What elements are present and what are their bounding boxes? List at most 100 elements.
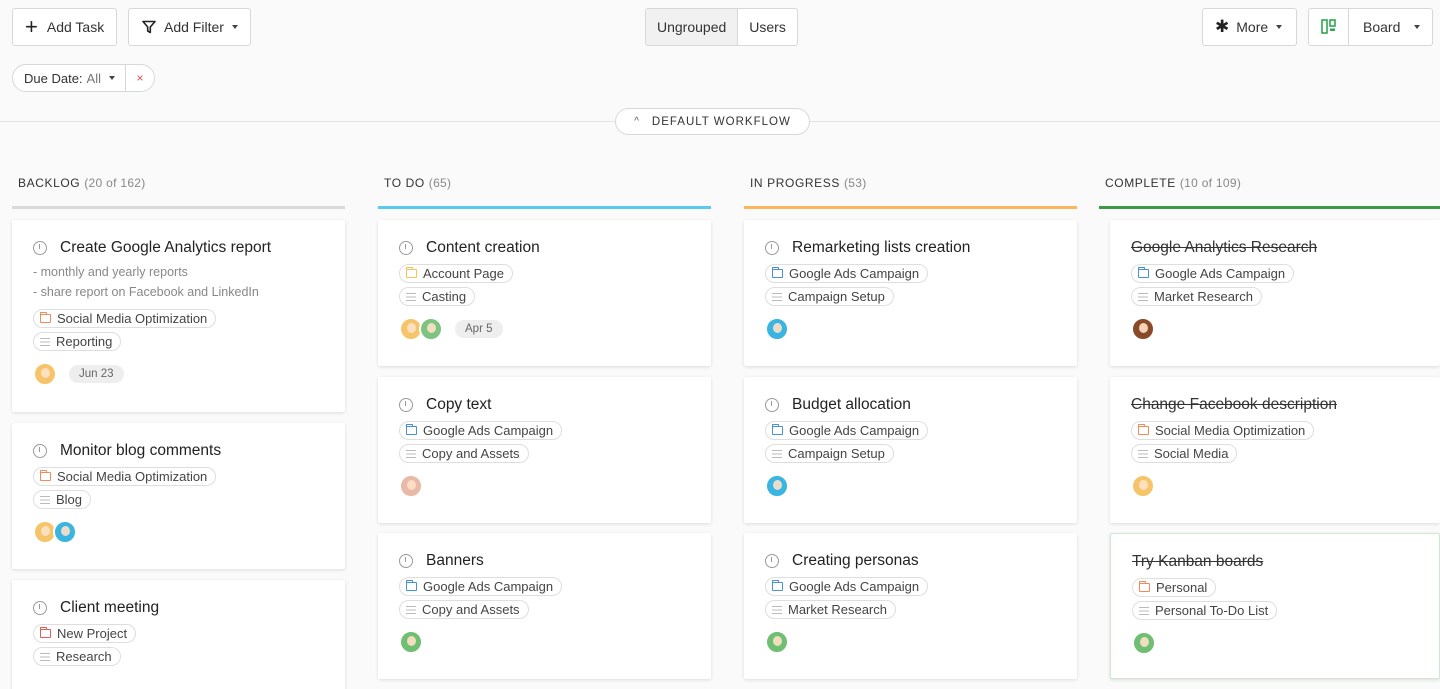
project-tag[interactable]: Google Ads Campaign [765,421,929,440]
workflow-toggle[interactable]: ^ DEFAULT WORKFLOW [615,108,810,135]
project-tag[interactable]: Personal [1132,578,1217,597]
avatar[interactable] [765,630,789,654]
task-card[interactable]: Copy text Google Ads Campaign Copy and Ass… [378,377,711,523]
due-date-label: Due Date: [24,70,83,86]
task-title[interactable]: Try Kanban boards [1132,553,1263,571]
list-tag[interactable]: Market Research [765,600,896,619]
clock-icon[interactable] [765,241,779,255]
task-title-row: Copy text [399,396,691,414]
project-tag[interactable]: Google Ads Campaign [765,577,929,596]
task-title-row: Change Facebook description [1131,396,1420,414]
project-tag[interactable]: Google Ads Campaign [399,577,563,596]
list-tag-label: Campaign Setup [788,289,885,304]
clock-icon[interactable] [33,241,47,255]
avatar[interactable] [419,317,443,341]
task-title[interactable]: Create Google Analytics report [60,239,271,257]
avatar[interactable] [765,317,789,341]
clock-icon[interactable] [33,444,47,458]
project-tag[interactable]: Account Page [399,264,513,283]
avatar[interactable] [399,474,423,498]
task-meta [399,473,691,499]
avatar[interactable] [1131,317,1155,341]
task-title[interactable]: Budget allocation [792,396,911,414]
task-card[interactable]: Creating personas Google Ads Campaign Mark… [744,533,1077,679]
more-button[interactable]: ✱ More [1202,8,1297,46]
task-card[interactable]: Banners Google Ads Campaign Copy and Asset… [378,533,711,679]
list-tag[interactable]: Copy and Assets [399,600,529,619]
project-tag[interactable]: Google Ads Campaign [399,421,563,440]
list-tag[interactable]: Social Media [1131,444,1238,463]
avatar[interactable] [1131,474,1155,498]
clock-icon[interactable] [765,554,779,568]
list-tag[interactable]: Campaign Setup [765,444,894,463]
project-tag[interactable]: Google Ads Campaign [765,264,929,283]
project-tag[interactable]: Google Ads Campaign [1131,264,1295,283]
task-card[interactable]: Google Analytics Research Google Ads Camp… [1110,220,1440,366]
task-card[interactable]: Create Google Analytics report - monthly … [12,220,345,412]
view-switcher-button[interactable]: Board [1308,8,1433,46]
task-title[interactable]: Client meeting [60,599,159,617]
project-tag[interactable]: New Project [33,624,137,643]
list-icon [406,449,416,458]
add-task-button[interactable]: + Add Task [12,8,117,46]
due-date-filter-dropdown[interactable]: Due Date: All [13,65,126,91]
task-title[interactable]: Google Analytics Research [1131,239,1317,257]
column-color-bar [378,206,711,209]
clock-icon[interactable] [399,398,413,412]
task-title[interactable]: Remarketing lists creation [792,239,970,257]
column-color-bar [1099,206,1440,209]
task-card[interactable]: Remarketing lists creation Google Ads Cam… [744,220,1077,366]
clock-icon[interactable] [399,241,413,255]
task-meta [1132,630,1419,656]
due-date-badge[interactable]: Apr 5 [455,320,503,338]
task-card[interactable]: Monitor blog comments Social Media Optimi… [12,423,345,569]
chevron-down-icon [1276,25,1283,29]
due-date-badge[interactable]: Jun 23 [69,365,124,383]
list-tag[interactable]: Blog [33,490,92,509]
task-title[interactable]: Copy text [426,396,491,414]
column-header: IN PROGRESS (53) [750,176,867,190]
task-title[interactable]: Change Facebook description [1131,396,1337,414]
avatar[interactable] [1132,631,1156,655]
list-tag[interactable]: Market Research [1131,287,1262,306]
add-filter-button[interactable]: Add Filter [128,8,251,46]
avatar[interactable] [53,520,77,544]
list-tag[interactable]: Casting [399,287,476,306]
column-header: BACKLOG (20 of 162) [18,176,146,190]
list-tag[interactable]: Copy and Assets [399,444,529,463]
task-title[interactable]: Content creation [426,239,540,257]
grouping-users[interactable]: Users [738,9,797,45]
task-title[interactable]: Banners [426,552,484,570]
project-tag[interactable]: Social Media Optimization [33,309,217,328]
project-tag[interactable]: Social Media Optimization [1131,421,1315,440]
list-tag[interactable]: Reporting [33,332,122,351]
folder-icon [1137,423,1149,435]
list-tag[interactable]: Campaign Setup [765,287,894,306]
task-meta [1131,473,1420,499]
task-tags: Google Ads Campaign Campaign Setup [765,421,1057,467]
clock-icon[interactable] [33,601,47,615]
list-tag[interactable]: Personal To-Do List [1132,601,1278,620]
list-icon [772,292,782,301]
task-title[interactable]: Monitor blog comments [60,442,221,460]
project-tag-label: Google Ads Campaign [789,579,920,594]
clear-filter-icon[interactable]: × [126,71,154,85]
avatar[interactable] [399,630,423,654]
task-title[interactable]: Creating personas [792,552,919,570]
task-card[interactable]: Change Facebook description Social Media … [1110,377,1440,523]
avatar[interactable] [33,362,57,386]
task-card[interactable]: Budget allocation Google Ads Campaign Camp… [744,377,1077,523]
folder-icon [39,469,51,481]
clock-icon[interactable] [399,554,413,568]
task-card[interactable]: Try Kanban boards Personal Personal To-Do … [1110,533,1440,679]
clock-icon[interactable] [765,398,779,412]
avatar[interactable] [765,474,789,498]
column-color-bar [12,206,345,209]
task-card[interactable]: Client meeting New Project Research [12,580,345,689]
list-tag[interactable]: Research [33,647,121,666]
chevron-down-icon [109,76,115,80]
list-icon [1139,606,1149,615]
task-card[interactable]: Content creation Account Page Casting Apr 5 [378,220,711,366]
project-tag[interactable]: Social Media Optimization [33,467,217,486]
grouping-ungrouped[interactable]: Ungrouped [646,9,739,45]
